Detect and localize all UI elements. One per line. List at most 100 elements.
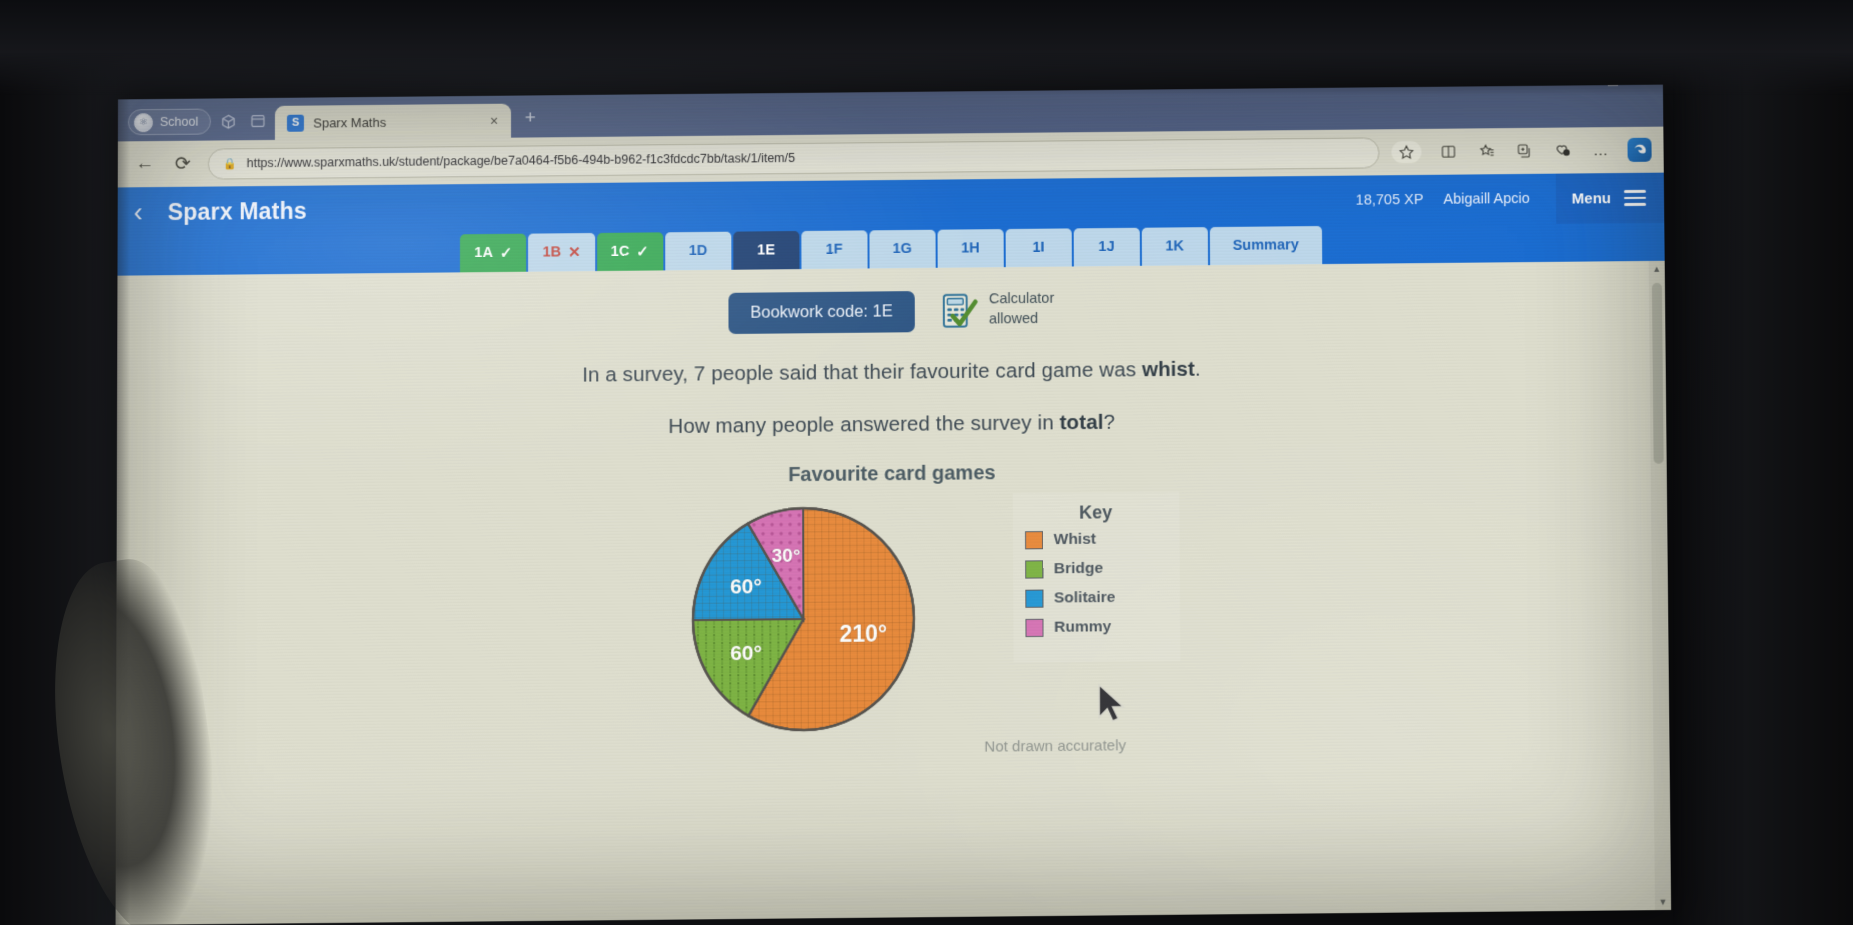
- photographed-screen: — ☐ ✕ ⚛ School S Sparx Maths: [0, 0, 1853, 925]
- user-name: Abigaill Apcio: [1443, 190, 1530, 208]
- question-tab-1f[interactable]: 1F: [801, 230, 868, 270]
- mouse-cursor: [1096, 683, 1130, 730]
- legend-swatch-icon: [1024, 531, 1043, 550]
- question-line-2-pre: How many people answered the survey in: [668, 411, 1060, 439]
- question-line-1-post: .: [1194, 357, 1201, 381]
- scrollbar-thumb[interactable]: [1651, 282, 1664, 464]
- legend-item-label: Bridge: [1053, 559, 1104, 578]
- bookwork-code-badge: Bookwork code: 1E: [728, 290, 915, 334]
- calculator-icon: [937, 289, 979, 332]
- pie-slice-label-whist: 210°: [839, 620, 887, 647]
- bezel-left: [0, 0, 130, 925]
- legend-item-bridge: Bridge: [1024, 559, 1168, 579]
- answer-button[interactable]: Answer: [1517, 910, 1644, 925]
- calculator-line-2: allowed: [988, 310, 1039, 328]
- scroll-down-icon[interactable]: ▼: [1658, 894, 1667, 910]
- menu-label: Menu: [1571, 189, 1612, 208]
- browser-essentials-icon[interactable]: [1551, 139, 1573, 161]
- collections-icon[interactable]: [1513, 140, 1535, 162]
- pie-chart-figure: 210° 60° 60° 30° Key Whist Bridge Solitaire Ru…: [390, 489, 1396, 771]
- bezel-right: [1673, 0, 1853, 925]
- question-tab-1b[interactable]: 1B ✕: [528, 232, 595, 272]
- question-line-1: In a survey, 7 people said that their fa…: [582, 358, 1201, 388]
- legend-item-rummy: Rummy: [1024, 618, 1168, 638]
- browser-profile-label: School: [159, 114, 199, 130]
- reload-icon[interactable]: ⟳: [170, 152, 196, 175]
- question-tab-1i[interactable]: 1I: [1005, 228, 1072, 268]
- question-tab-label: 1J: [1098, 239, 1115, 256]
- pie-chart-svg: 210° 60° 60° 30°: [687, 502, 919, 736]
- minimize-button[interactable]: —: [1567, 85, 1581, 91]
- question-tab-1d[interactable]: 1D: [664, 231, 732, 271]
- chart-title: Favourite card games: [788, 462, 996, 487]
- vertical-scrollbar[interactable]: ▲ ▼: [1648, 260, 1672, 911]
- new-tab-button[interactable]: +: [515, 103, 545, 133]
- question-tab-label: 1B: [542, 244, 562, 261]
- browser-tab-title: Sparx Maths: [313, 114, 387, 131]
- legend-swatch-icon: [1024, 618, 1044, 638]
- address-bar-url: https://www.sparxmaths.uk/student/packag…: [246, 150, 796, 171]
- incorrect-cross-icon: ✕: [568, 244, 581, 262]
- question-line-1-bold: whist: [1141, 357, 1196, 382]
- question-tab-label: 1I: [1032, 239, 1045, 256]
- site-info-icon[interactable]: 🔒: [223, 157, 237, 170]
- task-meta-row: Bookwork code: 1E Calculator allowed: [728, 289, 1054, 334]
- question-tab-label: 1G: [892, 240, 912, 258]
- browser-profile-button[interactable]: ⚛ School: [127, 108, 212, 136]
- legend-item-solitaire: Solitaire: [1024, 588, 1168, 608]
- calculator-line-1: Calculator: [988, 291, 1055, 308]
- question-tab-label: Summary: [1232, 237, 1299, 254]
- workspaces-icon[interactable]: [215, 108, 241, 134]
- address-bar[interactable]: 🔒 https://www.sparxmaths.uk/student/pack…: [207, 136, 1380, 180]
- xp-counter: 18,705 XP: [1355, 191, 1424, 209]
- not-drawn-accurately-note: Not drawn accurately: [984, 737, 1127, 756]
- hamburger-icon: [1623, 189, 1647, 206]
- legend-item-label: Whist: [1053, 530, 1097, 549]
- chart-legend: Key Whist Bridge Solitaire Rummy: [1012, 491, 1180, 663]
- calculator-allowed-badge: Calculator allowed: [937, 289, 1055, 332]
- close-tab-icon[interactable]: ×: [487, 113, 501, 129]
- correct-check-icon: ✓: [636, 243, 649, 261]
- question-tab-label: 1E: [757, 242, 775, 259]
- pie-slice-label-bridge: 60°: [730, 642, 762, 666]
- app-back-icon[interactable]: ‹: [134, 197, 168, 228]
- scroll-up-icon[interactable]: ▲: [1652, 261, 1661, 277]
- school-profile-icon: ⚛: [133, 112, 153, 132]
- question-tab-1g[interactable]: 1G: [869, 229, 936, 269]
- question-tab-1a[interactable]: 1A ✓: [460, 233, 527, 273]
- window-controls: — ☐ ✕: [1567, 85, 1657, 91]
- favorite-star-icon[interactable]: [1391, 140, 1422, 164]
- question-tab-1j[interactable]: 1J: [1073, 227, 1140, 267]
- legend-item-label: Rummy: [1054, 618, 1112, 636]
- question-tab-label: 1A: [474, 244, 493, 262]
- question-line-2-post: ?: [1103, 410, 1116, 434]
- laptop-screen: — ☐ ✕ ⚛ School S Sparx Maths: [115, 84, 1672, 925]
- question-tab-label: 1D: [688, 242, 708, 260]
- menu-button[interactable]: Menu: [1555, 172, 1665, 224]
- legend-item-label: Solitaire: [1053, 588, 1116, 607]
- close-window-button[interactable]: ✕: [1645, 85, 1657, 90]
- app-brand-title: Sparx Maths: [167, 197, 307, 225]
- favorites-list-icon[interactable]: [1475, 140, 1497, 162]
- edge-profile-icon[interactable]: [1627, 137, 1652, 162]
- question-tab-1k[interactable]: 1K: [1141, 227, 1208, 266]
- legend-swatch-icon: [1024, 589, 1043, 608]
- app-header-right: 18,705 XP Abigaill Apcio Menu: [1355, 172, 1665, 226]
- sparx-favicon-icon: S: [287, 114, 305, 132]
- maximize-button[interactable]: ☐: [1607, 85, 1620, 91]
- question-tab-1e[interactable]: 1E: [732, 231, 800, 270]
- legend-item-whist: Whist: [1024, 530, 1168, 550]
- question-tab-summary[interactable]: Summary: [1209, 225, 1322, 266]
- question-tab-1h[interactable]: 1H: [937, 229, 1004, 268]
- more-options-icon[interactable]: …: [1589, 139, 1611, 161]
- split-screen-icon[interactable]: [1437, 141, 1459, 163]
- question-tab-label: 1F: [825, 241, 843, 258]
- legend-swatch-icon: [1024, 560, 1043, 579]
- pie-chart: 210° 60° 60° 30°: [687, 502, 919, 736]
- back-icon[interactable]: ←: [132, 153, 158, 175]
- calculator-allowed-text: Calculator allowed: [989, 290, 1055, 330]
- pie-slice-label-solitaire: 60°: [729, 575, 761, 598]
- browser-tab[interactable]: S Sparx Maths ×: [275, 103, 512, 140]
- tab-actions-icon[interactable]: [245, 108, 271, 134]
- question-tab-1c[interactable]: 1C ✓: [596, 232, 663, 272]
